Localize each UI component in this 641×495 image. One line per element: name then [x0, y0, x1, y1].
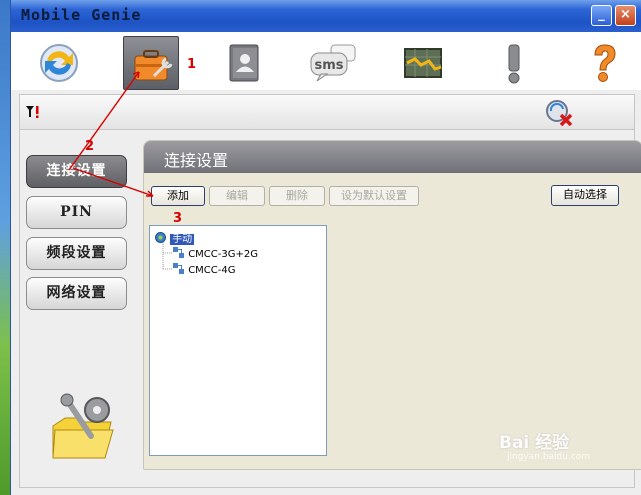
annotation-label-3: 3: [173, 211, 183, 226]
annotation-label-2: 2: [85, 139, 95, 154]
watermark-url: jingyan.baidu.com: [507, 452, 591, 462]
annotation-arrows: [68, 71, 154, 197]
app-window: Mobile Genie _ × sms 连接设置 PIN 频段设置 网络设置 …: [10, 0, 641, 495]
watermark: Bai 经验: [499, 433, 570, 453]
annotation-label-1: 1: [187, 57, 197, 72]
